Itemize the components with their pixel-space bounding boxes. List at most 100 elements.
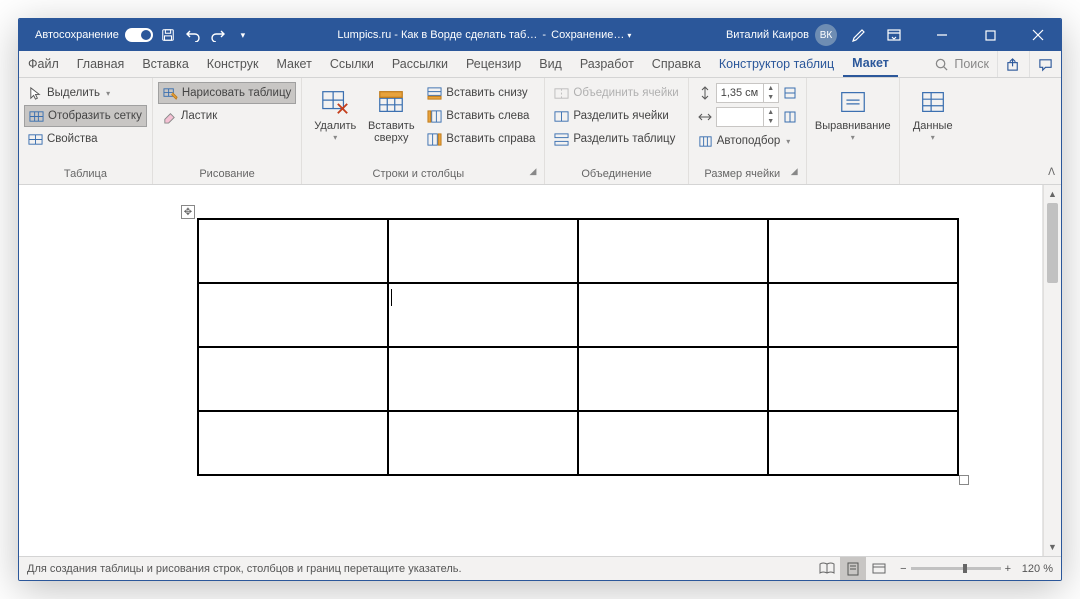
delete-button[interactable]: Удалить ▾ xyxy=(307,82,363,143)
insert-right-label: Вставить справа xyxy=(446,133,535,145)
maximize-button[interactable] xyxy=(967,19,1013,51)
tab-insert[interactable]: Вставка xyxy=(133,51,197,77)
tab-layout[interactable]: Макет xyxy=(267,51,320,77)
spin-up[interactable]: ▲ xyxy=(764,108,778,117)
scroll-up-button[interactable]: ▲ xyxy=(1044,185,1061,203)
split-table-button[interactable]: Разделить таблицу xyxy=(550,128,682,150)
draw-table-icon xyxy=(163,86,178,101)
autosave-toggle[interactable]: Автосохранение xyxy=(35,28,153,42)
grid-icon xyxy=(29,109,44,124)
minimize-button[interactable] xyxy=(919,19,965,51)
zoom-thumb[interactable] xyxy=(963,564,967,573)
draw-table-button[interactable]: Нарисовать таблицу xyxy=(158,82,296,104)
group-cell-size-title: Размер ячейки xyxy=(694,166,791,184)
search-icon xyxy=(935,58,948,71)
table-resize-handle[interactable] xyxy=(959,475,969,485)
scroll-down-button[interactable]: ▼ xyxy=(1044,538,1061,556)
vertical-scrollbar[interactable]: ▲ ▼ xyxy=(1043,185,1061,556)
zoom-control[interactable]: − + 120 % xyxy=(892,563,1061,575)
col-width-field[interactable]: ▲▼ xyxy=(694,106,801,128)
tab-file[interactable]: Файл xyxy=(19,51,68,77)
user-account[interactable]: Виталий Каиров ВК xyxy=(716,19,847,51)
zoom-in-button[interactable]: + xyxy=(1005,563,1011,575)
tab-mailings[interactable]: Рассылки xyxy=(383,51,457,77)
title-bar: Автосохранение ▾ Lumpics.ru - Как в Ворд… xyxy=(19,19,1061,51)
spin-up[interactable]: ▲ xyxy=(764,84,778,93)
toggle-switch-icon[interactable] xyxy=(125,28,153,42)
insert-right-button[interactable]: Вставить справа xyxy=(423,128,539,150)
scroll-thumb[interactable] xyxy=(1047,203,1058,283)
split-cells-icon xyxy=(554,109,569,124)
tab-table-layout[interactable]: Макет xyxy=(843,51,898,77)
tab-review[interactable]: Рецензир xyxy=(457,51,530,77)
zoom-slider[interactable] xyxy=(911,567,1001,570)
qat-dropdown[interactable]: ▾ xyxy=(233,25,253,45)
redo-button[interactable] xyxy=(208,25,228,45)
alignment-button[interactable]: Выравнивание ▾ xyxy=(812,82,894,143)
eraser-button[interactable]: Ластик xyxy=(158,105,296,127)
zoom-out-button[interactable]: − xyxy=(900,563,906,575)
properties-button[interactable]: Свойства xyxy=(24,128,147,150)
cursor-icon xyxy=(28,86,43,101)
insert-below-label: Вставить снизу xyxy=(446,87,527,99)
comments-button[interactable] xyxy=(1029,51,1061,77)
tab-developer[interactable]: Разработ xyxy=(571,51,643,77)
data-button[interactable]: Данные ▾ xyxy=(905,82,961,143)
autosave-label: Автосохранение xyxy=(35,29,119,41)
select-button[interactable]: Выделить▾ xyxy=(24,82,147,104)
web-layout-button[interactable] xyxy=(866,557,892,581)
split-table-label: Разделить таблицу xyxy=(573,133,675,145)
undo-button[interactable] xyxy=(183,25,203,45)
tab-design[interactable]: Конструк xyxy=(198,51,268,77)
table-move-handle[interactable]: ✥ xyxy=(181,205,195,219)
alignment-icon xyxy=(837,86,869,118)
split-cells-button[interactable]: Разделить ячейки xyxy=(550,105,682,127)
dialog-launcher[interactable]: ◢ xyxy=(529,166,539,184)
search-placeholder: Поиск xyxy=(954,57,989,71)
group-table: Выделить▾ Отобразить сетку Свойства Табл… xyxy=(19,78,153,184)
zoom-value[interactable]: 120 % xyxy=(1015,563,1053,575)
insert-above-button[interactable]: Вставить сверху xyxy=(363,82,419,144)
ribbon: Выделить▾ Отобразить сетку Свойства Табл… xyxy=(19,78,1061,185)
search-box[interactable]: Поиск xyxy=(927,51,997,77)
document-table[interactable] xyxy=(197,218,959,476)
ribbon-options-button[interactable] xyxy=(871,19,917,51)
height-icon xyxy=(698,86,712,100)
dialog-launcher[interactable]: ◢ xyxy=(791,166,801,184)
autofit-button[interactable]: Автоподбор▾ xyxy=(694,130,801,152)
tab-home[interactable]: Главная xyxy=(68,51,134,77)
split-table-icon xyxy=(554,132,569,147)
draw-mode-button[interactable] xyxy=(849,25,869,45)
group-draw: Нарисовать таблицу Ластик Рисование xyxy=(153,78,302,184)
group-merge: Объединить ячейки Разделить ячейки Разде… xyxy=(545,78,688,184)
status-text: Для создания таблицы и рисования строк, … xyxy=(19,563,814,575)
collapse-ribbon-button[interactable]: ᐱ xyxy=(1048,167,1055,178)
text-cursor xyxy=(391,289,392,306)
page[interactable]: ✥ xyxy=(19,185,1043,556)
insert-left-label: Вставить слева xyxy=(446,110,529,122)
insert-left-button[interactable]: Вставить слева xyxy=(423,105,539,127)
group-table-title: Таблица xyxy=(24,166,147,184)
view-gridlines-button[interactable]: Отобразить сетку xyxy=(24,105,147,127)
distribute-rows-icon[interactable] xyxy=(783,86,797,100)
tab-help[interactable]: Справка xyxy=(643,51,710,77)
close-button[interactable] xyxy=(1015,19,1061,51)
merge-cells-label: Объединить ячейки xyxy=(573,87,678,99)
print-layout-button[interactable] xyxy=(840,557,866,581)
tab-table-design[interactable]: Конструктор таблиц xyxy=(710,51,843,77)
document-title: Lumpics.ru - Как в Ворде сделать таб… - … xyxy=(337,29,631,41)
tab-references[interactable]: Ссылки xyxy=(321,51,383,77)
scroll-track[interactable] xyxy=(1044,203,1061,538)
group-cell-size: 1,35 см▲▼ ▲▼ Автоподбор▾ Размер ячейки◢ xyxy=(689,78,807,184)
row-height-value[interactable]: 1,35 см xyxy=(717,87,763,99)
tab-view[interactable]: Вид xyxy=(530,51,571,77)
read-mode-button[interactable] xyxy=(814,557,840,581)
app-window: Автосохранение ▾ Lumpics.ru - Как в Ворд… xyxy=(18,18,1062,581)
save-button[interactable] xyxy=(158,25,178,45)
spin-down[interactable]: ▼ xyxy=(764,93,778,102)
share-button[interactable] xyxy=(997,51,1029,77)
distribute-cols-icon[interactable] xyxy=(783,110,797,124)
insert-below-button[interactable]: Вставить снизу xyxy=(423,82,539,104)
spin-down[interactable]: ▼ xyxy=(764,117,778,126)
row-height-field[interactable]: 1,35 см▲▼ xyxy=(694,82,801,104)
